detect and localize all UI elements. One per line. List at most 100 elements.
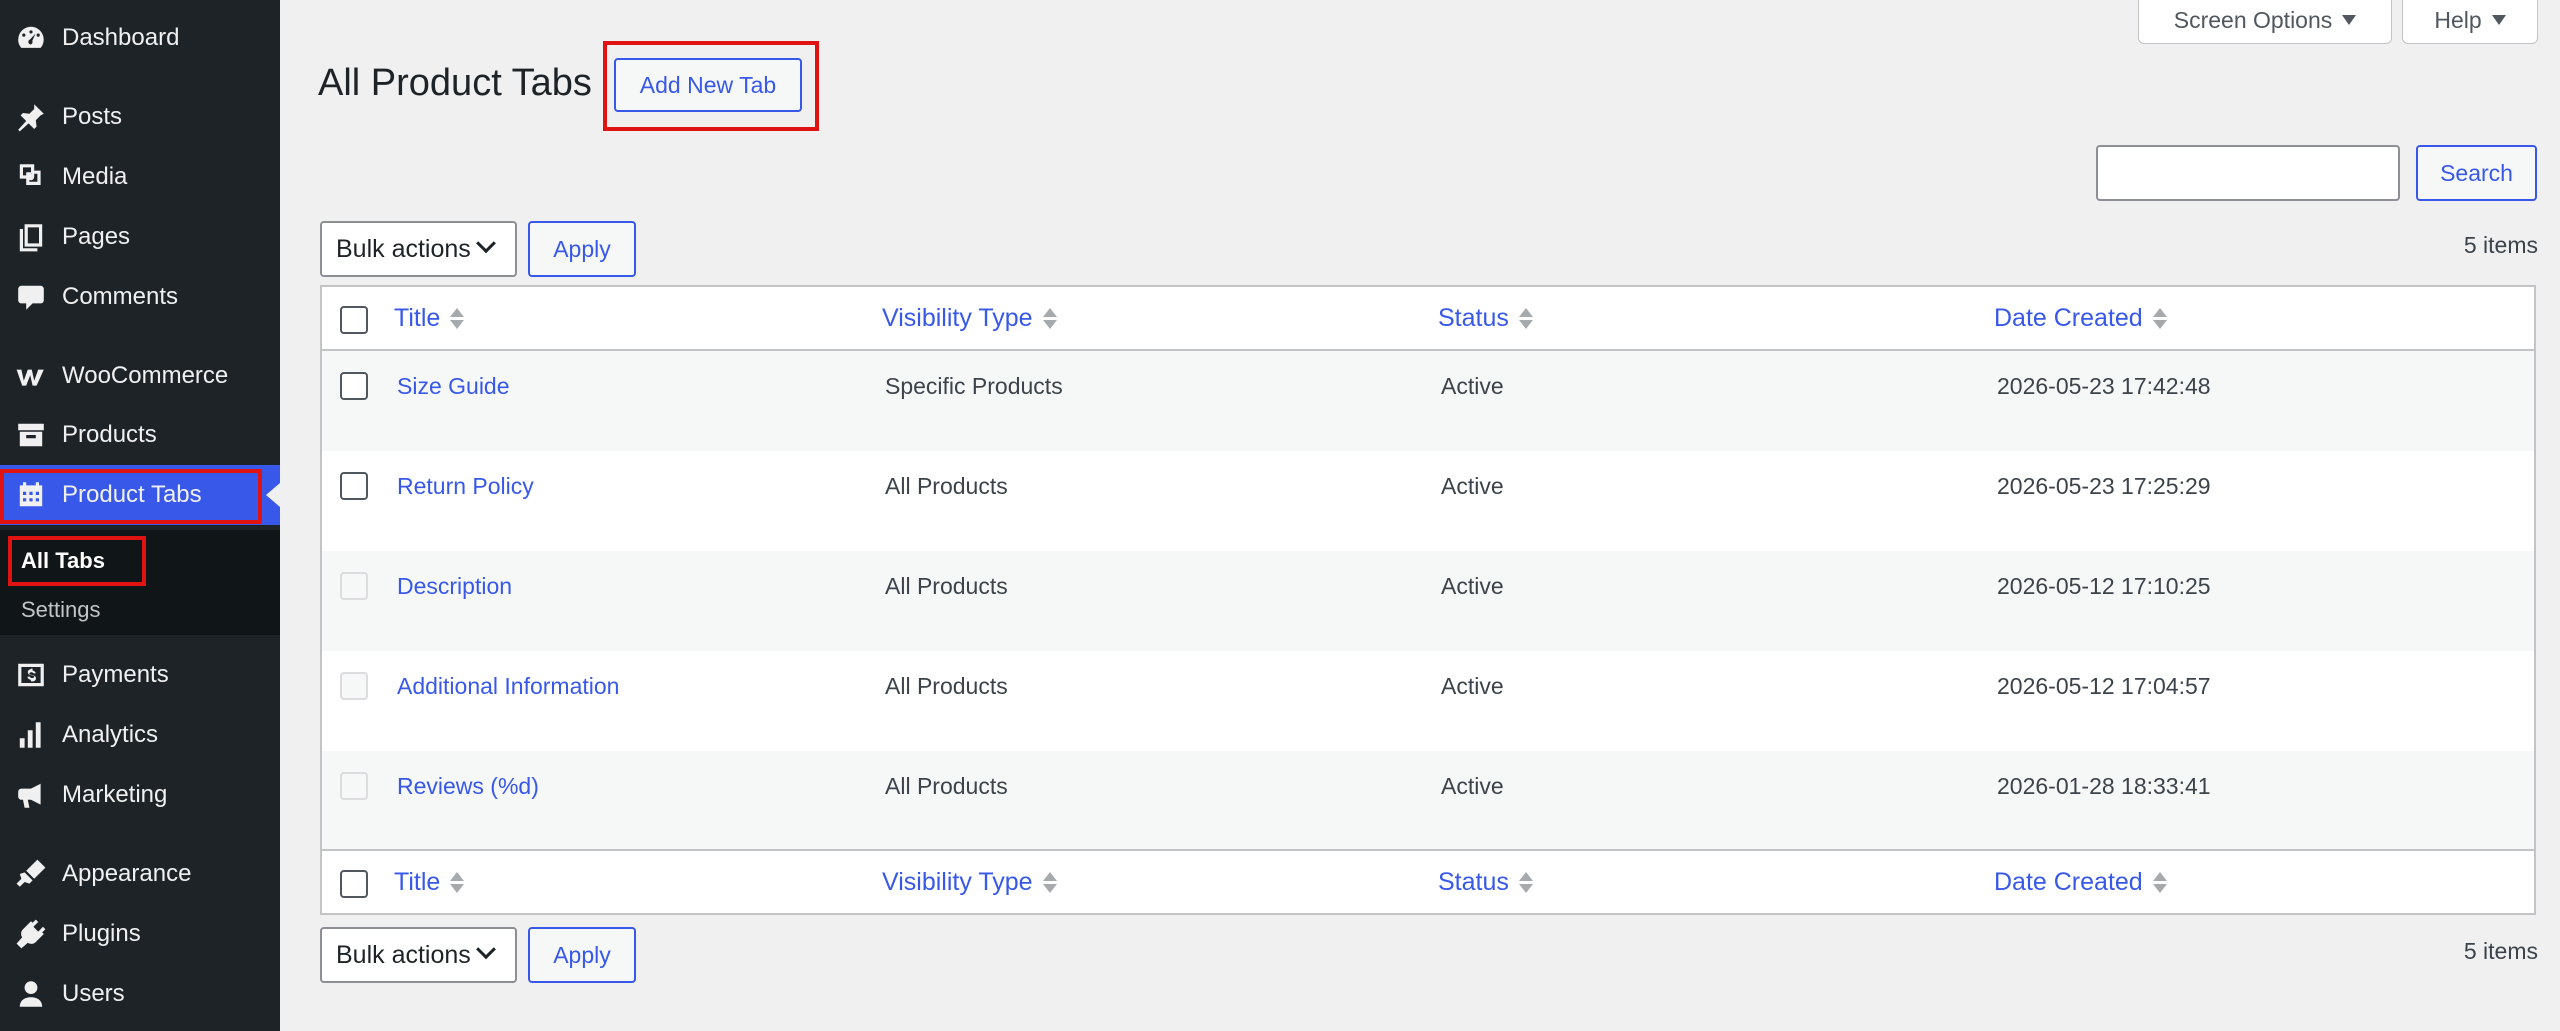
payments-icon — [0, 659, 62, 691]
pages-icon — [0, 221, 62, 253]
bulk-actions-label: Bulk actions — [336, 940, 471, 969]
sort-icon — [1042, 307, 1057, 329]
chevron-down-icon — [475, 233, 496, 254]
row-title-link[interactable]: Return Policy — [397, 473, 534, 500]
row-date: 2026-05-23 17:25:29 — [1997, 473, 2211, 499]
table-row: Description All Products Active 2026-05-… — [322, 551, 2534, 651]
admin-sidebar: Dashboard Posts Media Pages Comments Woo… — [0, 0, 280, 1031]
menu-label: Marketing — [62, 781, 168, 808]
megaphone-icon — [0, 779, 62, 811]
row-date: 2026-05-12 17:10:25 — [1997, 573, 2211, 599]
page-title: All Product Tabs — [318, 62, 592, 104]
table-row: Size Guide Specific Products Active 2026… — [322, 351, 2534, 451]
row-visibility: All Products — [885, 773, 1008, 799]
menu-media[interactable]: Media — [0, 147, 280, 207]
search-button[interactable]: Search — [2416, 145, 2537, 201]
row-checkbox-disabled — [340, 772, 368, 800]
menu-label: Products — [62, 421, 157, 448]
bulk-actions-select-bottom[interactable]: Bulk actions — [320, 927, 517, 983]
row-checkbox[interactable] — [340, 372, 368, 400]
menu-payments[interactable]: Payments — [0, 645, 280, 705]
column-title-header[interactable]: Title — [394, 287, 465, 349]
help-label: Help — [2434, 6, 2482, 33]
apply-button-top[interactable]: Apply — [528, 221, 636, 277]
caret-down-icon — [2491, 15, 2506, 25]
menu-dashboard[interactable]: Dashboard — [0, 8, 280, 68]
sort-icon — [2152, 871, 2167, 893]
screen-options-label: Screen Options — [2173, 6, 2333, 33]
submenu-settings[interactable]: Settings — [21, 597, 101, 623]
menu-label: Dashboard — [62, 24, 180, 51]
column-visibility-header[interactable]: Visibility Type — [882, 287, 1057, 349]
search-input[interactable] — [2096, 145, 2400, 201]
calendar-icon — [0, 479, 62, 511]
column-label: Visibility Type — [882, 867, 1033, 896]
chevron-down-icon — [475, 939, 496, 960]
table-header: Title Visibility Type Status Date Create… — [322, 287, 2534, 351]
menu-analytics[interactable]: Analytics — [0, 705, 280, 765]
row-visibility: Specific Products — [885, 373, 1063, 399]
help-button[interactable]: Help — [2402, 0, 2538, 44]
select-all-checkbox[interactable] — [340, 870, 368, 898]
menu-appearance[interactable]: Appearance — [0, 844, 280, 904]
row-status: Active — [1441, 373, 1504, 399]
row-status: Active — [1441, 473, 1504, 499]
select-all-checkbox[interactable] — [340, 306, 368, 334]
row-title-link[interactable]: Reviews (%d) — [397, 773, 539, 800]
menu-label: Media — [62, 163, 128, 190]
screen-options-button[interactable]: Screen Options — [2138, 0, 2392, 44]
sort-icon — [450, 871, 465, 893]
add-new-tab-button[interactable]: Add New Tab — [614, 58, 802, 112]
menu-label: WooCommerce — [62, 362, 229, 389]
pin-icon — [0, 101, 62, 133]
row-date: 2026-05-23 17:42:48 — [1997, 373, 2211, 399]
column-date-header[interactable]: Date Created — [1994, 287, 2167, 349]
column-title-footer[interactable]: Title — [394, 851, 465, 913]
items-count-bottom: 5 items — [2463, 938, 2538, 964]
menu-label: Analytics — [62, 721, 159, 748]
menu-plugins[interactable]: Plugins — [0, 904, 280, 964]
column-date-footer[interactable]: Date Created — [1994, 851, 2167, 913]
product-tabs-table: Title Visibility Type Status Date Create… — [320, 285, 2536, 915]
sort-icon — [2152, 307, 2167, 329]
row-title-link[interactable]: Additional Information — [397, 673, 619, 700]
menu-pages[interactable]: Pages — [0, 207, 280, 267]
column-label: Date Created — [1994, 867, 2143, 896]
menu-users[interactable]: Users — [0, 964, 280, 1024]
bulk-actions-label: Bulk actions — [336, 234, 471, 263]
menu-label: Payments — [62, 661, 169, 688]
menu-marketing[interactable]: Marketing — [0, 765, 280, 825]
row-title-link[interactable]: Size Guide — [397, 373, 510, 400]
column-status-header[interactable]: Status — [1438, 287, 1533, 349]
row-visibility: All Products — [885, 573, 1008, 599]
column-status-footer[interactable]: Status — [1438, 851, 1533, 913]
menu-product-tabs[interactable]: Product Tabs — [0, 465, 280, 525]
column-label: Title — [394, 303, 441, 332]
items-count-top: 5 items — [2463, 232, 2538, 258]
comment-icon — [0, 281, 62, 313]
caret-down-icon — [2342, 15, 2357, 25]
menu-posts[interactable]: Posts — [0, 87, 280, 147]
row-date: 2026-05-12 17:04:57 — [1997, 673, 2211, 699]
archive-icon — [0, 419, 62, 451]
user-icon — [0, 978, 62, 1010]
menu-comments[interactable]: Comments — [0, 267, 280, 327]
row-visibility: All Products — [885, 473, 1008, 499]
table-row: Reviews (%d) All Products Active 2026-01… — [322, 751, 2534, 851]
column-label: Status — [1438, 303, 1509, 332]
brush-icon — [0, 858, 62, 890]
apply-button-bottom[interactable]: Apply — [528, 927, 636, 983]
column-label: Visibility Type — [882, 303, 1033, 332]
menu-label: Product Tabs — [62, 481, 202, 508]
menu-woocommerce[interactable]: WooCommerce — [0, 346, 280, 406]
column-visibility-footer[interactable]: Visibility Type — [882, 851, 1057, 913]
sort-icon — [1518, 307, 1533, 329]
submenu-all-tabs[interactable]: All Tabs — [21, 548, 105, 574]
menu-label: Comments — [62, 283, 179, 310]
menu-label: Plugins — [62, 920, 141, 947]
row-checkbox[interactable] — [340, 472, 368, 500]
menu-products[interactable]: Products — [0, 405, 280, 465]
bulk-actions-select-top[interactable]: Bulk actions — [320, 221, 517, 277]
table-row: Return Policy All Products Active 2026-0… — [322, 451, 2534, 551]
row-title-link[interactable]: Description — [397, 573, 512, 600]
